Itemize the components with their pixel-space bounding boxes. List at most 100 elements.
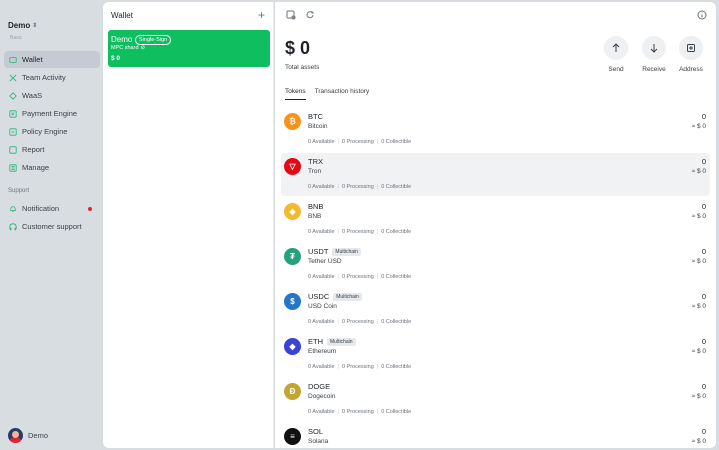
send-action[interactable]: Send bbox=[603, 36, 629, 73]
address-action[interactable]: Address bbox=[678, 36, 704, 73]
token-fiat-value: ≈ $ 0 bbox=[691, 438, 706, 445]
collectible-count: 0 Collectible bbox=[381, 229, 412, 235]
arrow-down-icon bbox=[650, 44, 658, 53]
arrow-up-icon bbox=[612, 43, 620, 52]
divider: | bbox=[337, 274, 339, 280]
divider: | bbox=[376, 319, 379, 325]
token-name: Ethereum bbox=[308, 348, 337, 355]
info-icon[interactable] bbox=[697, 10, 707, 20]
token-status-breakdown: 0 Available | 0 Processing | 0 Collectible bbox=[308, 139, 411, 145]
add-wallet-button[interactable]: + bbox=[258, 8, 265, 22]
send-button[interactable] bbox=[604, 36, 628, 60]
divider: | bbox=[376, 184, 379, 190]
token-fiat-value: ≈ $ 0 bbox=[691, 123, 706, 130]
token-symbol-group: USDT Multichain bbox=[308, 247, 361, 256]
token-symbol: BTC bbox=[308, 112, 323, 121]
sidebar-item-report[interactable]: Report bbox=[4, 141, 100, 158]
report-icon bbox=[9, 145, 17, 154]
collectible-count: 0 Collectible bbox=[381, 319, 412, 325]
mpc-shard-label: MPC shard ⊘ bbox=[111, 45, 145, 51]
available-count: 0 Available bbox=[308, 274, 335, 280]
org-switcher[interactable]: Demo ⇕ bbox=[8, 21, 37, 30]
sidebar-item-notification[interactable]: Notification bbox=[4, 200, 100, 217]
sidebar-item-label: Customer support bbox=[22, 222, 82, 231]
token-row[interactable]: ₿ BTC Bitcoin 0 ≈ $ 00 Available | 0 Processin… bbox=[281, 108, 710, 151]
token-status-breakdown: 0 Available | 0 Processing | 0 Collectible bbox=[308, 229, 411, 235]
sidebar-item-wallet[interactable]: Wallet bbox=[4, 51, 100, 68]
wallet-card[interactable]: Demo Single-Sign MPC shard ⊘ $ 0 bbox=[108, 30, 270, 67]
collectible-count: 0 Collectible bbox=[381, 274, 412, 280]
divider: | bbox=[337, 409, 339, 415]
refresh-icon[interactable] bbox=[305, 10, 315, 20]
token-balance: 0 bbox=[701, 427, 706, 436]
eth-logo-icon: ◆ bbox=[284, 338, 301, 355]
token-symbol: TRX bbox=[308, 157, 323, 166]
token-symbol-group: ETH Multichain bbox=[308, 337, 356, 346]
total-assets-label: Total assets bbox=[285, 64, 320, 71]
token-row[interactable]: ◈ BNB BNB 0 ≈ $ 00 Available | 0 Processing | 0 … bbox=[281, 198, 710, 241]
wallet-type-badge: Single-Sign bbox=[135, 35, 172, 45]
divider: | bbox=[337, 184, 339, 190]
token-name: Tether USD bbox=[308, 258, 342, 265]
user-menu[interactable]: Demo bbox=[8, 428, 48, 443]
collectible-count: 0 Collectible bbox=[381, 184, 412, 190]
token-status-breakdown: 0 Available | 0 Processing | 0 Collectible bbox=[308, 364, 411, 370]
token-symbol: ETH bbox=[308, 337, 323, 346]
sidebar-item-policy-engine[interactable]: Policy Engine bbox=[4, 123, 100, 140]
token-row[interactable]: ≡ SOL Solana 0 ≈ $ 0 bbox=[281, 423, 710, 448]
token-symbol: BNB bbox=[308, 202, 324, 211]
token-row[interactable]: ◆ ETH Multichain Ethereum 0 ≈ $ 00 Available |… bbox=[281, 333, 710, 376]
divider: | bbox=[337, 229, 339, 235]
chevron-updown-icon: ⇕ bbox=[32, 23, 38, 29]
bell-icon bbox=[9, 205, 17, 213]
sidebar-item-payment-engine[interactable]: Payment Engine bbox=[4, 105, 100, 122]
sidebar-item-customer-support[interactable]: Customer support bbox=[4, 218, 100, 235]
address-button[interactable] bbox=[679, 36, 703, 60]
wallet-card-amount: $ 0 bbox=[111, 55, 121, 62]
wallet-icon bbox=[9, 56, 17, 64]
token-symbol-group: SOL bbox=[308, 427, 323, 436]
tab-transaction-history[interactable]: Transaction history bbox=[315, 88, 370, 100]
notification-dot bbox=[88, 206, 92, 211]
token-fiat-value: ≈ $ 0 bbox=[691, 348, 706, 355]
receive-action[interactable]: Receive bbox=[641, 36, 667, 73]
sol-logo-icon: ≡ bbox=[284, 428, 301, 445]
bnb-logo-icon: ◈ bbox=[284, 203, 301, 220]
token-balance: 0 bbox=[701, 202, 706, 211]
waas-icon bbox=[9, 91, 17, 100]
token-name: Bitcoin bbox=[308, 123, 328, 130]
sidebar-item-waas[interactable]: WaaS bbox=[4, 87, 100, 104]
token-fiat-value: ≈ $ 0 bbox=[691, 258, 706, 265]
wallet-panel-title: Wallet bbox=[111, 11, 133, 20]
wallet-list-panel: Wallet + Demo Single-Sign MPC shard ⊘ $ … bbox=[103, 2, 274, 448]
available-count: 0 Available bbox=[308, 319, 335, 325]
divider: | bbox=[337, 364, 339, 370]
token-row[interactable]: $ USDC Multichain USD Coin 0 ≈ $ 0 0 Available… bbox=[281, 288, 710, 331]
token-row[interactable]: Ð DOGE Dogecoin 0 ≈ $ 00 Available | 0 Process… bbox=[281, 378, 710, 421]
sidebar-item-label: Wallet bbox=[22, 55, 43, 64]
sidebar-item-label: Payment Engine bbox=[22, 109, 78, 118]
multichain-badge: Multichain bbox=[333, 292, 362, 301]
headset-icon bbox=[9, 222, 17, 231]
processing-count: 0 Processing bbox=[341, 139, 374, 145]
processing-count: 0 Processing bbox=[341, 274, 374, 280]
available-count: 0 Available bbox=[308, 229, 335, 235]
token-row[interactable]: ▽ TRX Tron 0 ≈ $ 00 Available | 0 Processing | 0… bbox=[281, 153, 710, 196]
collectible-count: 0 Collectible bbox=[381, 409, 412, 415]
sidebar-item-manage[interactable]: Manage bbox=[4, 159, 100, 176]
sidebar-item-label: Team Activity bbox=[22, 73, 66, 82]
collectible-count: 0 Collectible bbox=[381, 139, 412, 145]
usdt-logo-icon: ₮ bbox=[284, 248, 301, 265]
sidebar-item-team-activity[interactable]: Team Activity bbox=[4, 69, 100, 86]
receive-button[interactable] bbox=[642, 36, 666, 60]
wallet-settings-icon[interactable] bbox=[286, 10, 296, 20]
token-status-breakdown: 0 Available | 0 Processing | 0 Collectible bbox=[308, 319, 411, 325]
token-fiat-value: ≈ $ 0 bbox=[691, 213, 706, 220]
token-row[interactable]: ₮ USDT Multichain Tether USD 0 ≈ $ 0 0 Availab… bbox=[281, 243, 710, 286]
mpc-shard-text: MPC shard bbox=[111, 45, 139, 51]
tab-tokens[interactable]: Tokens bbox=[285, 88, 306, 100]
processing-count: 0 Processing bbox=[341, 184, 374, 190]
token-symbol-group: DOGE bbox=[308, 382, 330, 391]
token-status-breakdown: 0 Available | 0 Processing | 0 Collectible bbox=[308, 409, 411, 415]
support-section-label: Support bbox=[8, 188, 30, 194]
